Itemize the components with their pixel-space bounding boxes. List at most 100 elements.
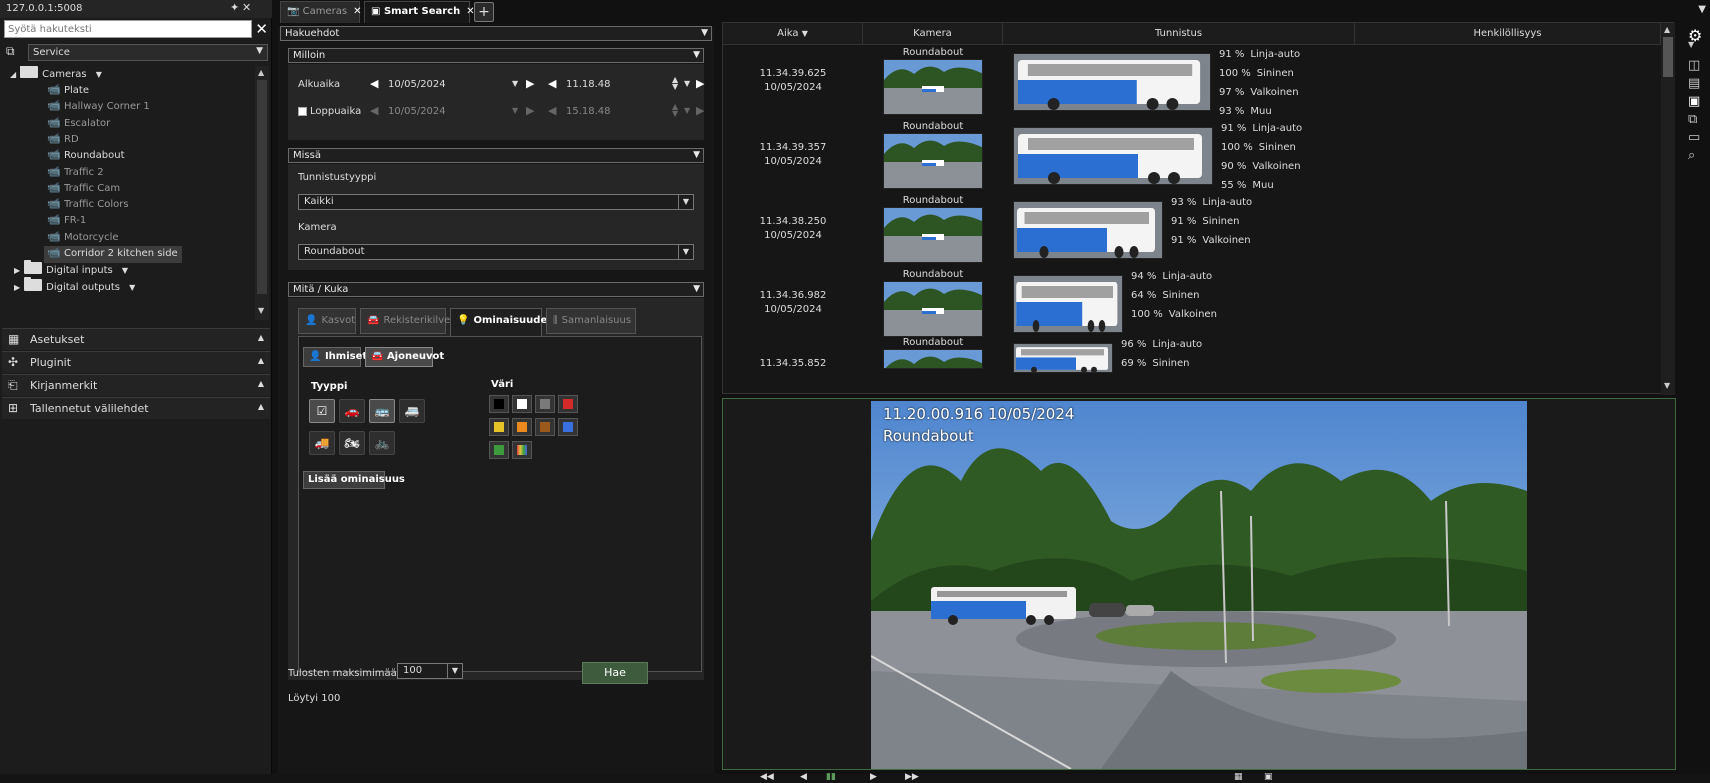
scroll-down-icon[interactable]: ▼ <box>1664 381 1670 390</box>
close-icon[interactable]: ✕ <box>242 1 251 14</box>
tree-camera-item[interactable]: 📹 Corridor 2 kitchen side <box>44 246 182 263</box>
tab-attributes[interactable]: 💡 Ominaisuudet <box>450 308 552 336</box>
tree-camera-item[interactable]: 📹 Hallway Corner 1 <box>44 99 150 116</box>
tab-smart-search[interactable]: ▣ Smart Search ✕ <box>364 1 475 23</box>
expand-arrow-icon[interactable]: ▶ <box>14 283 20 292</box>
vehicles-button[interactable]: 🚘 Ajoneuvot <box>365 347 444 367</box>
play-icon[interactable]: ▶ <box>870 772 877 782</box>
color-swatch-button[interactable] <box>489 418 509 436</box>
date-dropdown-icon[interactable]: ▼ <box>512 79 518 88</box>
accordion-saved-tabs[interactable]: ⊞ Tallennetut välilehdet ▲ <box>2 397 270 419</box>
column-identity[interactable]: Henkilöllisyys <box>1355 23 1661 45</box>
vehicle-type-bus[interactable]: 🚌 <box>369 399 395 423</box>
accordion-settings[interactable]: ▦ Asetukset ▲ <box>2 328 270 350</box>
vehicle-type-all[interactable]: ☑ <box>309 399 335 423</box>
detection-crop[interactable] <box>1013 127 1213 185</box>
search-button[interactable]: Hae <box>582 662 648 684</box>
color-swatch-button[interactable] <box>558 395 578 413</box>
zoom-icon[interactable]: ⌕ <box>1688 148 1695 163</box>
result-thumbnail[interactable] <box>883 281 983 337</box>
accordion-plugins[interactable]: ✣ Pluginit ▲ <box>2 351 270 373</box>
pause-icon[interactable]: ▮▮ <box>826 772 836 782</box>
result-thumbnail[interactable] <box>883 349 983 369</box>
search-input[interactable] <box>4 20 252 38</box>
tree-folder-digital-inputs[interactable]: ▶ Digital inputs ▼ <box>14 260 128 279</box>
tree-scrollbar[interactable]: ▲ ▼ <box>255 66 269 320</box>
vehicle-type-van[interactable]: 🚐 <box>399 399 425 423</box>
tree-camera-item[interactable]: 📹 Plate <box>44 83 89 100</box>
grid-view-icon[interactable]: ▦ <box>1234 772 1243 782</box>
rewind-icon[interactable]: ◀◀ <box>760 772 774 782</box>
when-header[interactable]: Milloin ▼ <box>288 48 704 63</box>
tree-camera-item[interactable]: 📹 Roundabout <box>44 148 124 165</box>
color-swatch-button[interactable] <box>512 418 532 436</box>
color-swatch-button[interactable] <box>535 418 555 436</box>
prev-date-icon[interactable]: ◀ <box>370 77 378 90</box>
end-date-value[interactable]: 10/05/2024 <box>388 106 446 117</box>
tab-cameras[interactable]: 📷 Cameras ✕ <box>280 1 361 23</box>
fast-forward-icon[interactable]: ▶▶ <box>905 772 919 782</box>
chevron-down-icon[interactable]: ▼ <box>96 70 102 79</box>
expand-arrow-icon[interactable]: ◢ <box>10 70 16 79</box>
where-header[interactable]: Missä ▼ <box>288 148 704 163</box>
accordion-bookmarks[interactable]: ⎗ Kirjanmerkit ▲ <box>2 374 270 396</box>
next-date-icon[interactable]: ▶ <box>526 104 534 117</box>
tab-similarity[interactable]: ⫼ Samanlaisuus <box>546 308 636 334</box>
next-time-icon[interactable]: ▶ <box>696 77 704 90</box>
tree-camera-item[interactable]: 📹 FR-1 <box>44 213 86 230</box>
tree-camera-item[interactable]: 📹 Motorcycle <box>44 230 118 247</box>
vehicle-type-car[interactable]: 🚗 <box>339 399 365 423</box>
tab-faces[interactable]: 👤 Kasvot <box>298 308 356 334</box>
tab-license-plates[interactable]: 🚘 Rekisterikilvet <box>360 308 454 334</box>
column-time[interactable]: Aika ▼ <box>723 23 863 45</box>
step-back-icon[interactable]: ◀ <box>800 772 807 782</box>
tree-camera-item[interactable]: 📹 Traffic Cam <box>44 181 120 198</box>
detection-crop[interactable] <box>1013 343 1113 373</box>
prev-date-icon[interactable]: ◀ <box>370 104 378 117</box>
clear-search-icon[interactable]: ✕ <box>255 20 268 38</box>
scroll-thumb[interactable] <box>257 80 267 294</box>
video-tile[interactable]: 11.20.00.916 10/05/2024 Roundabout <box>722 398 1676 770</box>
film-icon[interactable]: ▤ <box>1688 76 1700 91</box>
detection-crop[interactable] <box>1013 53 1211 111</box>
color-swatch-button[interactable] <box>489 395 509 413</box>
prev-time-icon[interactable]: ◀ <box>548 104 556 117</box>
add-attribute-button[interactable]: Lisää ominaisuus <box>303 471 405 489</box>
vehicle-type-truck[interactable]: 🚚 <box>309 431 335 455</box>
chevron-down-icon[interactable]: ▼ <box>129 283 135 292</box>
fullscreen-icon[interactable]: ▣ <box>1264 772 1273 782</box>
tree-camera-item[interactable]: 📹 RD <box>44 132 79 149</box>
result-thumbnail[interactable] <box>883 133 983 189</box>
close-tab-icon[interactable]: ✕ <box>353 6 361 17</box>
export-icon[interactable]: ⧉ <box>1688 112 1697 127</box>
color-swatch-multicolor[interactable] <box>512 441 532 459</box>
camera-select[interactable]: Roundabout ▼ <box>298 244 694 260</box>
chevron-down-icon[interactable]: ▼ <box>122 266 128 275</box>
color-swatch-button[interactable] <box>512 395 532 413</box>
scroll-up-icon[interactable]: ▲ <box>258 68 264 77</box>
video-frame[interactable] <box>871 401 1527 769</box>
end-time-checkbox[interactable] <box>298 107 307 116</box>
result-thumbnail[interactable] <box>883 207 983 263</box>
chevron-down-icon[interactable]: ▼ <box>1688 40 1694 49</box>
next-date-icon[interactable]: ▶ <box>526 77 534 90</box>
color-swatch-button[interactable] <box>558 418 578 436</box>
result-thumbnail[interactable] <box>883 59 983 115</box>
date-dropdown-icon[interactable]: ▼ <box>512 106 518 115</box>
color-swatch-button[interactable] <box>489 441 509 459</box>
time-dropdown-icon[interactable]: ▼ <box>684 79 690 88</box>
detection-crop[interactable] <box>1013 275 1123 333</box>
max-results-select[interactable]: 100 ▼ <box>397 663 463 679</box>
scroll-up-icon[interactable]: ▲ <box>1664 25 1670 34</box>
start-time-value[interactable]: 11.18.48 <box>566 79 611 90</box>
time-dropdown-icon[interactable]: ▼ <box>684 106 690 115</box>
add-tab-button[interactable]: + <box>474 2 494 22</box>
vehicle-type-bicycle[interactable]: 🚲 <box>369 431 395 455</box>
time-spinner-icon[interactable]: ▲ ▼ <box>672 103 678 118</box>
results-scrollbar[interactable]: ▲ ▼ <box>1661 23 1675 395</box>
tree-camera-item[interactable]: 📹 Traffic Colors <box>44 197 128 214</box>
scroll-thumb[interactable] <box>1663 37 1673 77</box>
end-time-value[interactable]: 15.18.48 <box>566 106 611 117</box>
detection-type-select[interactable]: Kaikki ▼ <box>298 194 694 210</box>
tree-folder-cameras[interactable]: ◢ Cameras ▼ <box>10 66 102 83</box>
